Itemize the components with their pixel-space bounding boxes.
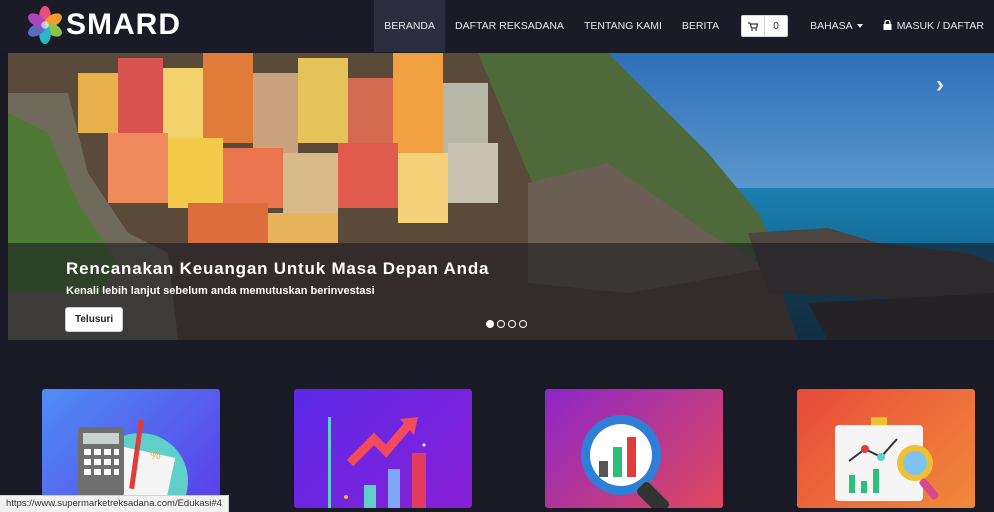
- hero-carousel: Rencanakan Keuangan Untuk Masa Depan And…: [8, 53, 994, 340]
- presentation-board-icon: [835, 417, 939, 501]
- carousel-dot[interactable]: [508, 320, 516, 328]
- browser-status-url: https://www.supermarketreksadana.com/Edu…: [0, 495, 229, 512]
- login-label: MASUK / DAFTAR: [896, 20, 984, 32]
- nav-beranda[interactable]: BERANDA: [374, 0, 446, 52]
- top-navbar: SMARD BERANDA DAFTAR REKSADANA TENTANG K…: [0, 0, 994, 52]
- nav-daftar-reksadana[interactable]: DAFTAR REKSADANA: [445, 0, 574, 52]
- calculator-icon: %: [78, 419, 188, 508]
- cart-icon: [742, 16, 766, 36]
- main-nav: BERANDA DAFTAR REKSADANA TENTANG KAMI BE…: [374, 0, 994, 52]
- carousel-dot[interactable]: [486, 320, 494, 328]
- feature-card-analytics[interactable]: [545, 389, 723, 508]
- nav-tentang-kami[interactable]: TENTANG KAMI: [574, 0, 672, 52]
- cart-button[interactable]: 0: [741, 15, 789, 37]
- feature-card-presentation[interactable]: [797, 389, 975, 508]
- caret-down-icon: [856, 24, 863, 28]
- language-label: BAHASA: [810, 20, 853, 32]
- feature-card-growth[interactable]: [294, 389, 472, 508]
- growth-chart-icon: [328, 417, 426, 508]
- carousel-dot[interactable]: [519, 320, 527, 328]
- svg-text:%: %: [150, 448, 161, 462]
- carousel-dot[interactable]: [497, 320, 505, 328]
- language-dropdown[interactable]: BAHASA: [800, 0, 873, 52]
- analytics-magnifier-icon: [581, 415, 670, 508]
- nav-berita[interactable]: BERITA: [672, 0, 729, 52]
- hero-title: Rencanakan Keuangan Untuk Masa Depan And…: [66, 259, 490, 278]
- cart-count: 0: [773, 20, 779, 32]
- carousel-indicators: [486, 320, 527, 328]
- brand-name: SMARD: [66, 8, 181, 41]
- feature-card-calculator[interactable]: %: [42, 389, 220, 508]
- login-register-link[interactable]: MASUK / DAFTAR: [873, 0, 994, 52]
- lotus-logo-icon: [28, 6, 62, 44]
- chevron-right-icon[interactable]: ›: [936, 71, 944, 99]
- explore-button[interactable]: Telusuri: [65, 307, 124, 332]
- brand-logo[interactable]: SMARD: [26, 6, 181, 44]
- lock-icon: [883, 19, 892, 33]
- hero-subtitle: Kenali lebih lanjut sebelum anda memutus…: [66, 285, 375, 297]
